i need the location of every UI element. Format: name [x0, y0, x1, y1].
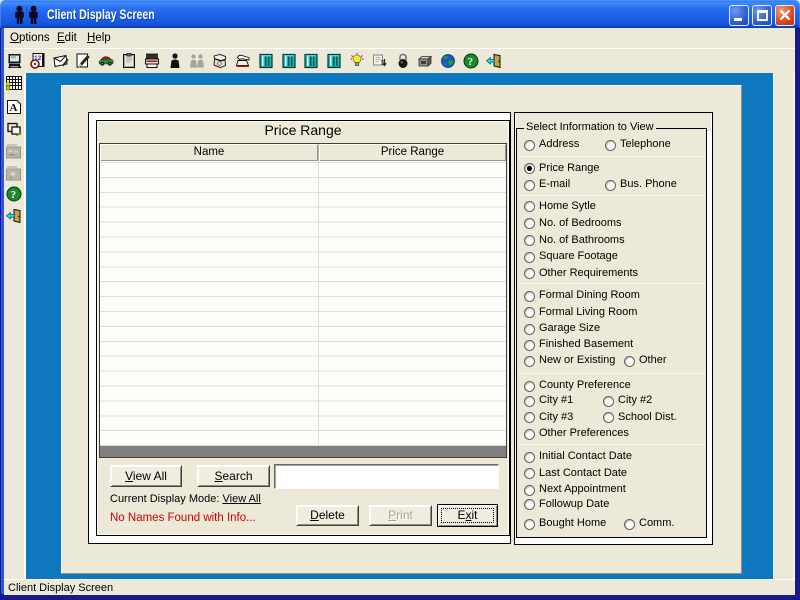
svg-text:?: ?: [11, 189, 17, 201]
svg-text:A: A: [10, 102, 18, 114]
svg-text:?: ?: [468, 56, 474, 68]
